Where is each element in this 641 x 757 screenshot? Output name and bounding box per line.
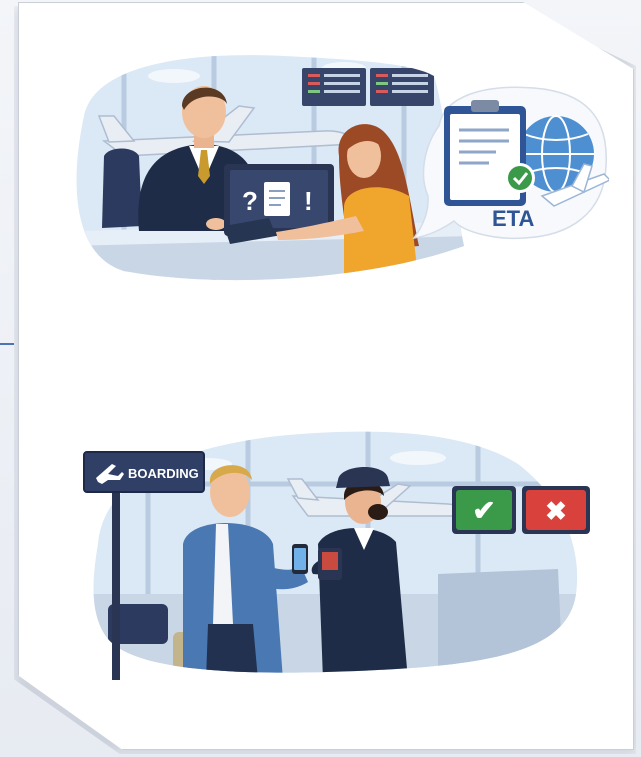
close-icon: ✖ (545, 496, 567, 526)
eta-bubble: ETA (412, 86, 609, 240)
eta-label: ETA (492, 206, 534, 231)
check-icon: ✔ (472, 495, 495, 526)
boarding-sign-label: BOARDING (128, 466, 199, 481)
left-divider-mark (0, 343, 14, 345)
clipboard-icon (444, 100, 535, 206)
monitor-exclamation-glyph: ! (304, 186, 313, 216)
gate-podium (438, 569, 563, 673)
monitor-question-glyph: ? (242, 186, 258, 216)
reject-panel: ✖ (522, 486, 590, 534)
approve-panel: ✔ (452, 486, 516, 534)
check-badge-icon (508, 166, 532, 190)
check-in-desk-illustration: ? ! ETA (76, 55, 609, 281)
boarding-gate-illustration: BOARDING ✔ ✖ (83, 431, 590, 680)
